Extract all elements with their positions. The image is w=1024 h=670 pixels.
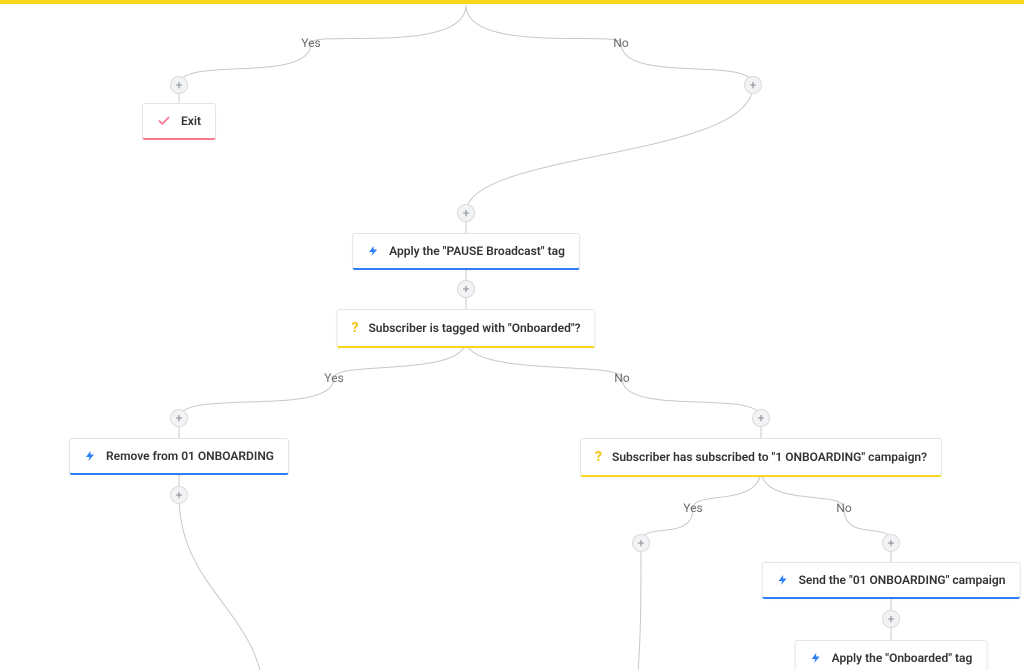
add-step-button[interactable]: + (457, 280, 475, 298)
question-icon: ? (351, 320, 358, 336)
bolt-icon (84, 449, 96, 463)
action-send-campaign[interactable]: Send the "01 ONBOARDING" campaign (762, 562, 1021, 599)
add-step-button[interactable]: + (170, 76, 188, 94)
add-step-button[interactable]: + (170, 409, 188, 427)
add-step-button[interactable]: + (632, 534, 650, 552)
bolt-icon (367, 244, 379, 258)
branch-label-yes: Yes (297, 36, 324, 50)
add-step-button[interactable]: + (744, 76, 762, 94)
check-icon (157, 114, 171, 128)
node-label: Remove from 01 ONBOARDING (106, 449, 274, 463)
add-step-button[interactable]: + (752, 409, 770, 427)
node-label: Send the "01 ONBOARDING" campaign (799, 573, 1006, 587)
add-step-button[interactable]: + (457, 204, 475, 222)
truncated-top-condition (0, 0, 1024, 4)
bolt-icon (777, 573, 789, 587)
action-remove-onboarding[interactable]: Remove from 01 ONBOARDING (69, 438, 289, 475)
add-step-button[interactable]: + (882, 534, 900, 552)
branch-label-yes: Yes (679, 501, 706, 515)
branch-label-yes: Yes (320, 371, 347, 385)
exit-node[interactable]: Exit (142, 103, 216, 140)
action-apply-onboarded-tag[interactable]: Apply the "Onboarded" tag (795, 640, 988, 670)
bolt-icon (810, 651, 822, 665)
add-step-button[interactable]: + (882, 610, 900, 628)
action-apply-pause-tag[interactable]: Apply the "PAUSE Broadcast" tag (352, 233, 580, 270)
question-icon: ? (595, 449, 602, 465)
branch-label-no: No (610, 371, 633, 385)
node-label: Apply the "PAUSE Broadcast" tag (389, 244, 565, 258)
condition-subscribed-campaign[interactable]: ? Subscriber has subscribed to "1 ONBOAR… (580, 438, 942, 477)
node-label: Subscriber has subscribed to "1 ONBOARDI… (612, 450, 927, 464)
add-step-button[interactable]: + (170, 486, 188, 504)
branch-label-no: No (832, 501, 855, 515)
node-label: Exit (181, 114, 201, 128)
node-label: Subscriber is tagged with "Onboarded"? (368, 321, 580, 335)
branch-label-no: No (609, 36, 632, 50)
node-label: Apply the "Onboarded" tag (832, 651, 973, 665)
condition-onboarded[interactable]: ? Subscriber is tagged with "Onboarded"? (336, 309, 595, 348)
